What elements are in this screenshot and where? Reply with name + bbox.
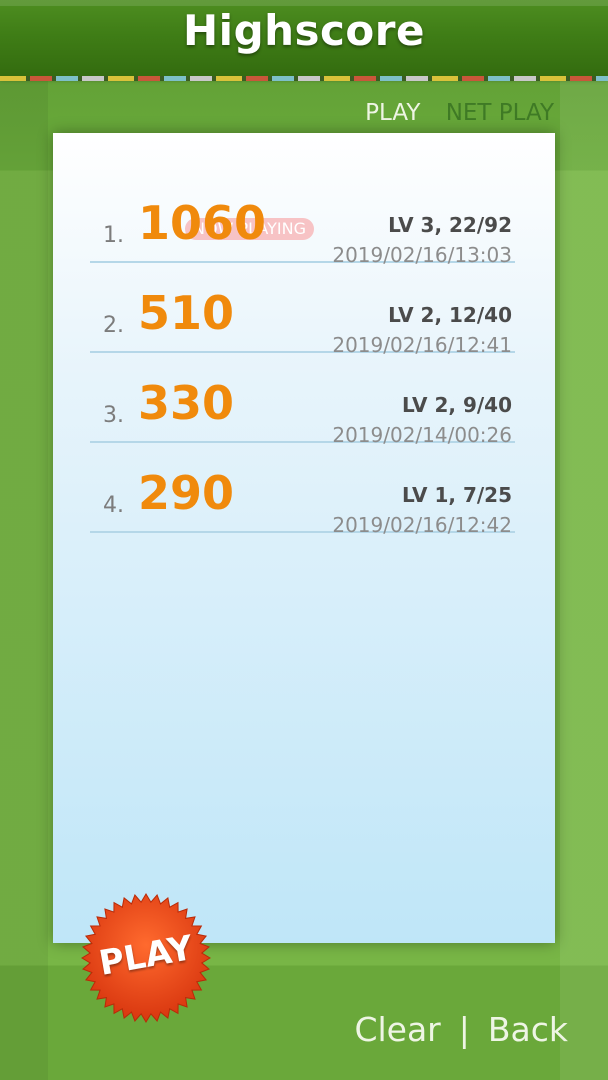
score-date: 2019/02/16/12:42	[332, 513, 512, 537]
play-button[interactable]: PLAY	[80, 892, 212, 1024]
score-row-1: NOW PLAYING 1. 1060 LV 3, 22/92 2019/02/…	[90, 171, 515, 267]
separator: |	[458, 1010, 470, 1049]
mode-tabs: PLAY NET PLAY	[347, 100, 554, 126]
score-row-4: 4. 290 LV 1, 7/25 2019/02/16/12:42	[90, 441, 515, 537]
score-row-3: 3. 330 LV 2, 9/40 2019/02/14/00:26	[90, 351, 515, 447]
score-value: 290	[138, 466, 235, 520]
rank-label: 2.	[103, 313, 124, 338]
score-value: 1060	[138, 196, 267, 250]
rank-label: 3.	[103, 403, 124, 428]
level-info: LV 3, 22/92	[388, 213, 512, 237]
score-value: 330	[138, 376, 235, 430]
score-value: 510	[138, 286, 235, 340]
level-info: LV 2, 12/40	[388, 303, 512, 327]
title-bar: Highscore	[0, 0, 608, 78]
score-row-2: 2. 510 LV 2, 12/40 2019/02/16/12:41	[90, 261, 515, 357]
level-info: LV 2, 9/40	[402, 393, 512, 417]
page-title: Highscore	[183, 6, 425, 55]
rank-label: 1.	[103, 223, 124, 248]
decorative-stripe	[0, 76, 608, 81]
clear-button[interactable]: Clear	[354, 1010, 440, 1049]
highscore-card: NOW PLAYING 1. 1060 LV 3, 22/92 2019/02/…	[53, 133, 555, 943]
bottom-actions: Clear | Back	[354, 1010, 568, 1049]
level-info: LV 1, 7/25	[402, 483, 512, 507]
tab-net-play[interactable]: NET PLAY	[446, 100, 554, 126]
tab-play[interactable]: PLAY	[365, 100, 420, 126]
rank-label: 4.	[103, 493, 124, 518]
back-button[interactable]: Back	[488, 1010, 568, 1049]
